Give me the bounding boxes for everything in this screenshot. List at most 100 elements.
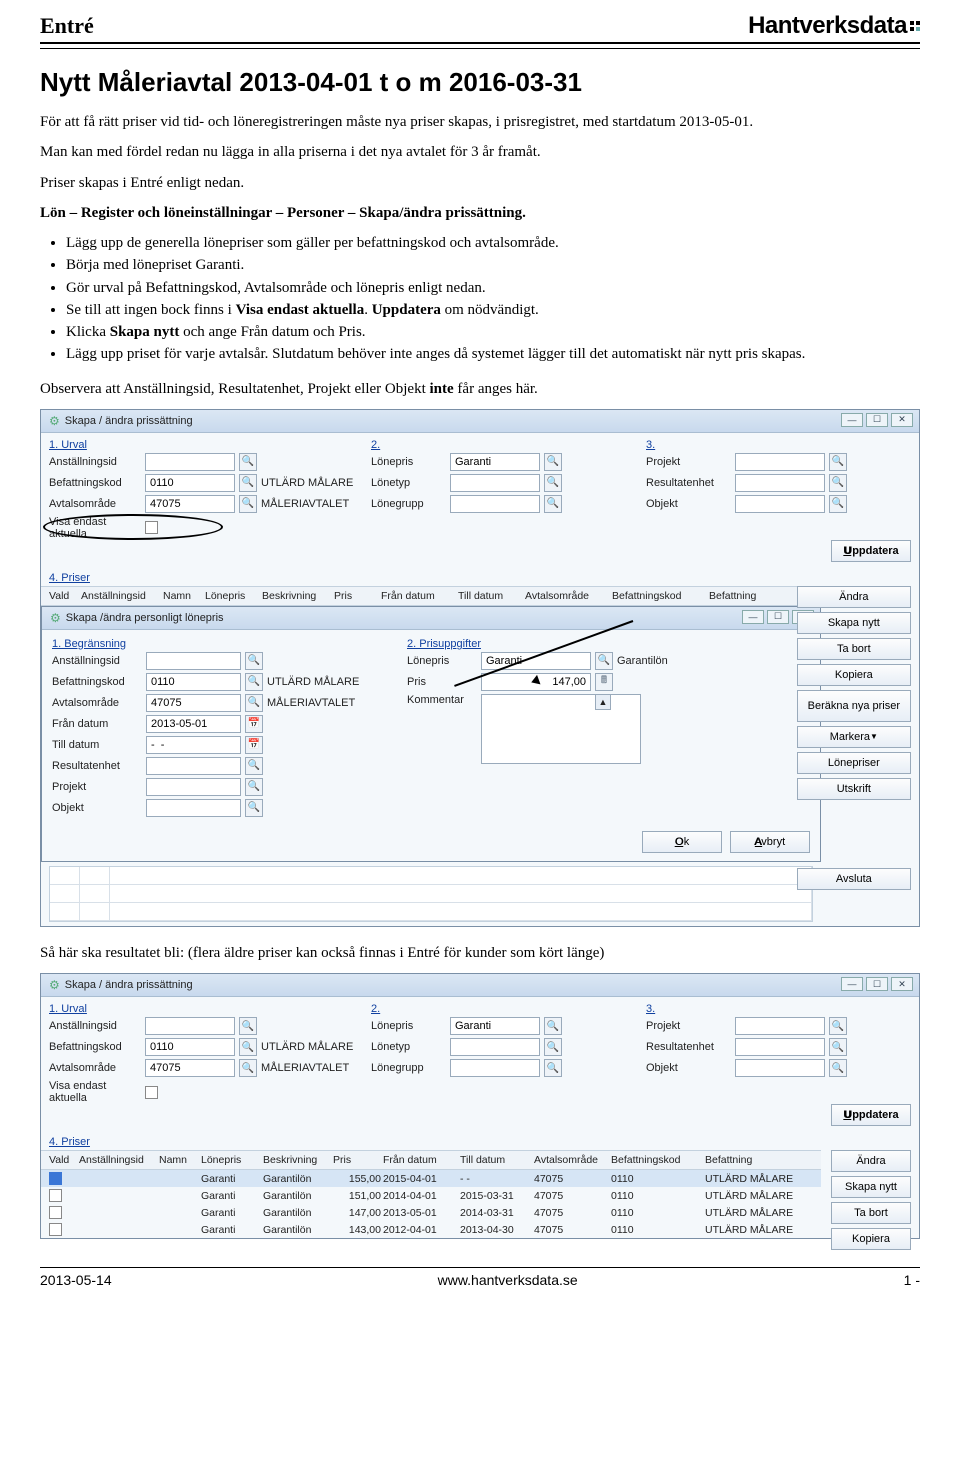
window-personligt-lonepris: ⚙ Skapa /ändra personligt lönepris — ☐ ✕… [41, 606, 821, 862]
inner-title: Skapa /ändra personligt lönepris [66, 612, 224, 624]
lookup-icon[interactable]: 🔍 [595, 652, 613, 670]
ok-button[interactable]: OOk [642, 831, 722, 853]
close-button[interactable]: ✕ [891, 413, 913, 427]
lookup-icon[interactable]: 🔍 [239, 1017, 257, 1035]
gears-icon: ⚙ [49, 978, 60, 992]
lookup-icon[interactable]: 🔍 [239, 474, 257, 492]
kopiera-button[interactable]: Kopiera [797, 664, 911, 686]
lookup-icon[interactable]: 🔍 [829, 495, 847, 513]
uppdatera-button[interactable]: UUppdatera [831, 1104, 911, 1126]
checkbox-visa-endast[interactable] [145, 1086, 158, 1099]
input-anstallningsid[interactable] [145, 1017, 235, 1035]
lookup-icon[interactable]: 🔍 [239, 453, 257, 471]
lookup-icon[interactable]: 🔍 [829, 474, 847, 492]
lookup-icon[interactable]: 🔍 [245, 778, 263, 796]
lookup-icon[interactable]: 🔍 [239, 1059, 257, 1077]
window-title: Skapa / ändra prissättning [65, 979, 193, 991]
input-befattningskod[interactable] [145, 474, 235, 492]
input-befattningskod[interactable] [146, 673, 241, 691]
desc-avtal: MÅLERIAVTALET [261, 498, 361, 510]
input-projekt[interactable] [735, 1017, 825, 1035]
utskrift-button[interactable]: Utskrift [797, 778, 911, 800]
input-avtalsomrade[interactable] [145, 1059, 235, 1077]
input-anstallningsid[interactable] [145, 453, 235, 471]
input-resultatenhet[interactable] [735, 1038, 825, 1056]
lonepriser-button[interactable]: Lönepriser [797, 752, 911, 774]
textarea-kommentar[interactable] [481, 694, 641, 764]
avsluta-button[interactable]: Avsluta [797, 868, 911, 890]
input-avtalsomrade[interactable] [145, 495, 235, 513]
row-checkbox[interactable] [49, 1206, 62, 1219]
input-lonepris[interactable] [450, 1017, 540, 1035]
section-3: 3. [646, 435, 911, 453]
skapa-nytt-button[interactable]: Skapa nytt [797, 612, 911, 634]
lookup-icon[interactable]: 🔍 [245, 673, 263, 691]
markera-button[interactable]: Markera ▼ [797, 726, 911, 748]
input-projekt[interactable] [735, 453, 825, 471]
calc-icon[interactable]: 🖩 [595, 673, 613, 691]
kopiera-button[interactable]: Kopiera [831, 1228, 911, 1250]
lookup-icon[interactable]: 🔍 [544, 495, 562, 513]
close-button[interactable]: ✕ [891, 977, 913, 991]
calendar-icon[interactable]: 📅 [245, 715, 263, 733]
input-lonegrupp[interactable] [450, 1059, 540, 1077]
lookup-icon[interactable]: 🔍 [544, 474, 562, 492]
table-row[interactable]: GarantiGarantilön147,00 2013-05-012014-0… [41, 1204, 821, 1221]
maximize-button[interactable]: ☐ [767, 610, 789, 624]
input-befattningskod[interactable] [145, 1038, 235, 1056]
lookup-icon[interactable]: 🔍 [829, 1017, 847, 1035]
minimize-button[interactable]: — [841, 413, 863, 427]
lookup-icon[interactable]: 🔍 [245, 757, 263, 775]
ta-bort-button[interactable]: Ta bort [797, 638, 911, 660]
lookup-icon[interactable]: 🔍 [544, 1059, 562, 1077]
lookup-icon[interactable]: 🔍 [544, 453, 562, 471]
input-lonegrupp[interactable] [450, 495, 540, 513]
scroll-up-icon[interactable]: ▲ [595, 694, 611, 710]
skapa-nytt-button[interactable]: Skapa nytt [831, 1176, 911, 1198]
minimize-button[interactable]: — [841, 977, 863, 991]
calendar-icon[interactable]: 📅 [245, 736, 263, 754]
input-lonetyp[interactable] [450, 474, 540, 492]
input-projekt[interactable] [146, 778, 241, 796]
input-objekt[interactable] [735, 1059, 825, 1077]
input-till-datum[interactable] [146, 736, 241, 754]
lookup-icon[interactable]: 🔍 [239, 1038, 257, 1056]
lookup-icon[interactable]: 🔍 [245, 694, 263, 712]
bullet-item: Lägg upp de generella lönepriser som gäl… [66, 233, 920, 253]
lookup-icon[interactable]: 🔍 [829, 1059, 847, 1077]
maximize-button[interactable]: ☐ [866, 413, 888, 427]
input-objekt[interactable] [146, 799, 241, 817]
input-fran-datum[interactable] [146, 715, 241, 733]
row-checkbox[interactable] [49, 1189, 62, 1202]
ta-bort-button[interactable]: Ta bort [831, 1202, 911, 1224]
uppdatera-button[interactable]: UUppdatera [831, 540, 911, 562]
input-resultatenhet[interactable] [735, 474, 825, 492]
lookup-icon[interactable]: 🔍 [829, 453, 847, 471]
row-checkbox[interactable] [49, 1172, 62, 1185]
input-lonepris[interactable] [450, 453, 540, 471]
window-titlebar: ⚙ Skapa / ändra prissättning — ☐ ✕ [41, 974, 919, 997]
input-resultatenhet[interactable] [146, 757, 241, 775]
input-lonetyp[interactable] [450, 1038, 540, 1056]
andra-button[interactable]: Ändra [831, 1150, 911, 1172]
table-row[interactable]: GarantiGarantilön155,00 2015-04-01- -470… [41, 1170, 821, 1187]
lookup-icon[interactable]: 🔍 [245, 799, 263, 817]
table-row[interactable]: GarantiGarantilön143,00 2012-04-012013-0… [41, 1221, 821, 1238]
berakna-button[interactable]: Beräkna nya priser [797, 690, 911, 722]
lookup-icon[interactable]: 🔍 [239, 495, 257, 513]
lookup-icon[interactable]: 🔍 [245, 652, 263, 670]
input-avtalsomrade[interactable] [146, 694, 241, 712]
minimize-button[interactable]: — [742, 610, 764, 624]
andra-button[interactable]: Ändra [797, 586, 911, 608]
section-4-priser: 4. Priser [41, 568, 919, 586]
row-checkbox[interactable] [49, 1223, 62, 1236]
input-objekt[interactable] [735, 495, 825, 513]
input-anstallningsid[interactable] [146, 652, 241, 670]
table-row[interactable]: GarantiGarantilön151,00 2014-04-012015-0… [41, 1187, 821, 1204]
lookup-icon[interactable]: 🔍 [829, 1038, 847, 1056]
label-anstallningsid: Anställningsid [49, 456, 141, 468]
lookup-icon[interactable]: 🔍 [544, 1017, 562, 1035]
lookup-icon[interactable]: 🔍 [544, 1038, 562, 1056]
maximize-button[interactable]: ☐ [866, 977, 888, 991]
bullet-item: Se till att ingen bock finns i Visa enda… [66, 300, 920, 320]
